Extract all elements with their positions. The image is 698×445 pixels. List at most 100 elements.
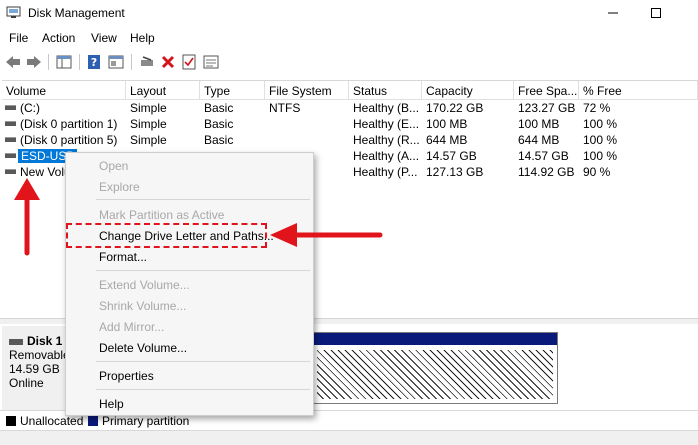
menu-item-explore: Explore — [99, 180, 140, 194]
unallocated-swatch — [6, 416, 16, 426]
menu-separator — [96, 270, 310, 271]
check-icon — [182, 54, 196, 70]
forward-arrow-icon — [27, 56, 41, 68]
menu-item-help[interactable]: Help — [99, 397, 124, 411]
cell-percent-free: 100 % — [583, 117, 618, 131]
menu-bar: File Action View Help — [0, 28, 698, 48]
help-button[interactable]: ? — [84, 52, 104, 72]
disk-size: 14.59 GB — [9, 362, 60, 376]
connect-drive-icon — [141, 56, 153, 66]
partition-block[interactable] — [312, 332, 558, 404]
back-arrow-icon — [6, 56, 20, 68]
volume-icon — [5, 121, 16, 126]
menu-help[interactable]: Help — [130, 31, 155, 45]
menu-file[interactable]: File — [9, 31, 28, 45]
properties-icon — [108, 55, 124, 69]
cell-free-space: 644 MB — [518, 133, 560, 147]
maximize-icon — [651, 8, 661, 18]
disk-management-app-icon — [6, 6, 21, 18]
forward-button[interactable] — [24, 52, 44, 72]
column-header-status[interactable]: Status — [349, 81, 422, 100]
cell-type: Basic — [204, 133, 234, 147]
more-icon — [203, 55, 219, 69]
more-button[interactable] — [201, 52, 221, 72]
cell-free-space: 14.57 GB — [518, 149, 569, 163]
delete-button[interactable] — [158, 52, 178, 72]
cell-capacity: 14.57 GB — [426, 149, 477, 163]
cell-status: Healthy (R... — [353, 133, 420, 147]
cell-free-space: 100 MB — [518, 117, 560, 131]
toolbar: ? — [0, 50, 698, 76]
cell-file-system: NTFS — [269, 101, 301, 115]
menu-item-extend-volume: Extend Volume... — [99, 278, 190, 292]
cell-volume: New Volu — [20, 165, 71, 179]
volume-icon — [5, 153, 16, 158]
menu-separator — [96, 199, 310, 200]
disk-info[interactable]: Disk 1 Removable 14.59 GB Online — [2, 326, 72, 410]
cell-capacity: 127.13 GB — [426, 165, 484, 179]
cell-status: Healthy (A... — [353, 149, 420, 163]
cell-type: Basic — [204, 117, 234, 131]
disk-icon — [9, 338, 23, 345]
menu-item-properties[interactable]: Properties — [99, 369, 154, 383]
window-title: Disk Management — [28, 6, 125, 20]
check-button[interactable] — [179, 52, 199, 72]
menu-action[interactable]: Action — [42, 31, 75, 45]
column-header-percent-free[interactable]: % Free — [579, 81, 698, 100]
cell-percent-free: 90 % — [583, 165, 611, 179]
cell-status: Healthy (P... — [353, 165, 418, 179]
cell-percent-free: 72 % — [583, 101, 611, 115]
menu-item-add-mirror: Add Mirror... — [99, 320, 165, 334]
menu-item-format[interactable]: Format... — [99, 250, 147, 264]
column-header-volume[interactable]: Volume — [2, 81, 126, 100]
menu-item-mark-active: Mark Partition as Active — [99, 208, 225, 222]
volume-icon — [5, 105, 16, 110]
legend-primary: Primary partition — [102, 414, 190, 428]
menu-item-delete-volume[interactable]: Delete Volume... — [99, 341, 187, 355]
legend-unallocated: Unallocated — [20, 414, 84, 428]
table-row[interactable]: (Disk 0 partition 1) Simple Basic Health… — [2, 116, 698, 132]
menu-item-shrink-volume: Shrink Volume... — [99, 299, 187, 313]
partition-hatch — [317, 350, 553, 399]
cell-capacity: 100 MB — [426, 117, 468, 131]
column-header-layout[interactable]: Layout — [126, 81, 200, 100]
cell-capacity: 170.22 GB — [426, 101, 484, 115]
cell-layout: Simple — [130, 101, 167, 115]
title-bar: Disk Management — [0, 0, 698, 26]
maximize-button[interactable] — [633, 0, 679, 26]
show-hide-tree-button[interactable] — [54, 52, 74, 72]
volume-icon — [5, 137, 16, 142]
column-header-free-space[interactable]: Free Spa... — [514, 81, 579, 100]
table-row[interactable]: (Disk 0 partition 5) Simple Basic Health… — [2, 132, 698, 148]
help-icon: ? — [88, 55, 100, 69]
cell-status: Healthy (B... — [353, 101, 420, 115]
connect-drive-button[interactable] — [137, 52, 157, 72]
cell-capacity: 644 MB — [426, 133, 468, 147]
column-header-file-system[interactable]: File System — [265, 81, 349, 100]
delete-icon — [161, 55, 175, 69]
menu-view[interactable]: View — [91, 31, 117, 45]
cell-volume: (Disk 0 partition 1) — [20, 117, 118, 131]
primary-swatch — [88, 416, 98, 426]
minimize-icon — [608, 12, 618, 14]
column-header-capacity[interactable]: Capacity — [422, 81, 514, 100]
disk-kind: Removable — [9, 348, 70, 362]
cell-free-space: 123.27 GB — [518, 101, 576, 115]
properties-button[interactable] — [106, 52, 126, 72]
table-row[interactable]: (C:) Simple Basic NTFS Healthy (B... 170… — [2, 100, 698, 116]
cell-volume: (Disk 0 partition 5) — [20, 133, 118, 147]
toolbar-separator — [79, 54, 80, 70]
column-header-type[interactable]: Type — [200, 81, 265, 100]
cell-status: Healthy (E... — [353, 117, 420, 131]
menu-separator — [96, 361, 310, 362]
cell-type: Basic — [204, 101, 234, 115]
toolbar-separator — [131, 54, 132, 70]
back-button[interactable] — [3, 52, 23, 72]
show-hide-console-tree-icon — [56, 55, 72, 69]
context-menu: Open Explore Mark Partition as Active Ch… — [65, 152, 314, 416]
partition-type-bar — [313, 333, 557, 345]
menu-separator — [96, 389, 310, 390]
highlight-box — [66, 223, 267, 248]
cell-percent-free: 100 % — [583, 149, 618, 163]
minimize-button[interactable] — [590, 0, 636, 26]
